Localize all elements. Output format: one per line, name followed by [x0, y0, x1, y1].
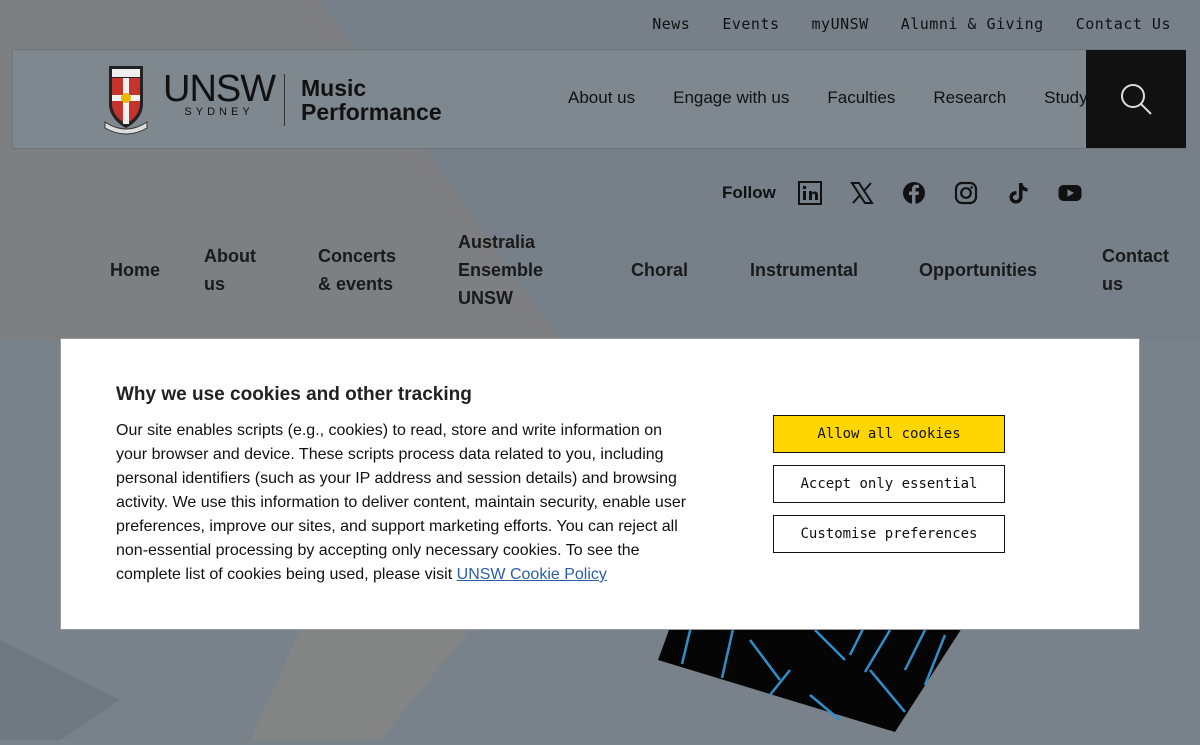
section-nav-australia-ensemble[interactable]: Australia Ensemble UNSW [458, 228, 543, 312]
section-nav-about-us[interactable]: About us [204, 242, 256, 298]
linkedin-icon[interactable] [797, 181, 822, 205]
section-nav-instrumental[interactable]: Instrumental [750, 256, 858, 284]
youtube-icon[interactable] [1058, 181, 1082, 205]
x-icon[interactable] [849, 181, 874, 205]
section-nav-label: & events [318, 274, 394, 294]
section-nav-label: Home [110, 260, 161, 280]
site-header: UNSW SYDNEY Music Performance About us E… [12, 49, 1186, 149]
follow-label: Follow [722, 183, 776, 202]
facebook-icon[interactable] [902, 181, 926, 205]
section-nav-label: UNSW [458, 288, 513, 308]
section-nav-label: Opportunities [919, 260, 1037, 280]
unsw-crest-logo[interactable] [103, 62, 167, 136]
section-nav-label: Concerts [318, 246, 397, 266]
unit-title-line2: Performance [301, 99, 442, 125]
main-nav-study[interactable]: Study [1044, 88, 1087, 108]
main-nav-engage[interactable]: Engage with us [673, 88, 789, 108]
section-nav-label: Contact [1102, 246, 1169, 266]
section-nav-label: Ensemble [458, 260, 544, 280]
customise-preferences-button[interactable]: Customise preferences [773, 515, 1005, 553]
cookie-dialog-body: Our site enables scripts (e.g., cookies)… [116, 419, 696, 587]
cookie-dialog-title: Why we use cookies and other tracking [116, 384, 472, 405]
unit-title-line1: Music [301, 75, 367, 101]
search-icon [1121, 84, 1152, 115]
section-nav-label: Instrumental [750, 260, 859, 280]
section-nav-label: Choral [631, 260, 689, 280]
section-nav-label: Australia [458, 232, 536, 252]
brand-name: UNSW [163, 68, 276, 110]
main-nav-about[interactable]: About us [568, 88, 635, 108]
section-nav-home[interactable]: Home [110, 256, 160, 284]
instagram-icon[interactable] [954, 181, 978, 205]
utility-link-alumni[interactable]: Alumni & Giving [901, 15, 1044, 33]
section-nav: Home About us Concerts & events Australi… [0, 228, 1200, 312]
cookie-policy-link[interactable]: UNSW Cookie Policy [457, 566, 607, 583]
tiktok-icon[interactable] [1006, 181, 1030, 205]
brand-divider [284, 74, 285, 126]
section-nav-label: us [204, 274, 226, 294]
utility-link-news[interactable]: News [652, 15, 690, 33]
unsw-wordmark[interactable]: UNSW SYDNEY [163, 68, 276, 118]
section-nav-label: About [204, 246, 256, 266]
allow-all-cookies-button[interactable]: Allow all cookies [773, 415, 1005, 453]
section-nav-label: us [1102, 274, 1124, 294]
main-nav-faculties[interactable]: Faculties [827, 88, 895, 108]
utility-link-myunsw[interactable]: myUNSW [812, 15, 869, 33]
social-follow-bar: Follow [722, 178, 1110, 208]
unit-title[interactable]: Music Performance [301, 76, 442, 124]
section-nav-concerts-events[interactable]: Concerts & events [318, 242, 396, 298]
main-nav: About us Engage with us Faculties Resear… [568, 88, 1088, 108]
cookie-dialog-text: Our site enables scripts (e.g., cookies)… [116, 422, 687, 583]
utility-link-contact[interactable]: Contact Us [1076, 15, 1171, 33]
search-button[interactable] [1086, 50, 1186, 148]
section-nav-opportunities[interactable]: Opportunities [919, 256, 1037, 284]
accept-essential-button[interactable]: Accept only essential [773, 465, 1005, 503]
utility-nav: News Events myUNSW Alumni & Giving Conta… [652, 0, 1200, 48]
cookie-consent-dialog: Why we use cookies and other tracking Ou… [60, 338, 1140, 630]
main-nav-research[interactable]: Research [933, 88, 1006, 108]
section-nav-contact-us[interactable]: Contact us [1102, 242, 1169, 298]
utility-link-events[interactable]: Events [722, 15, 779, 33]
section-nav-choral[interactable]: Choral [631, 256, 688, 284]
